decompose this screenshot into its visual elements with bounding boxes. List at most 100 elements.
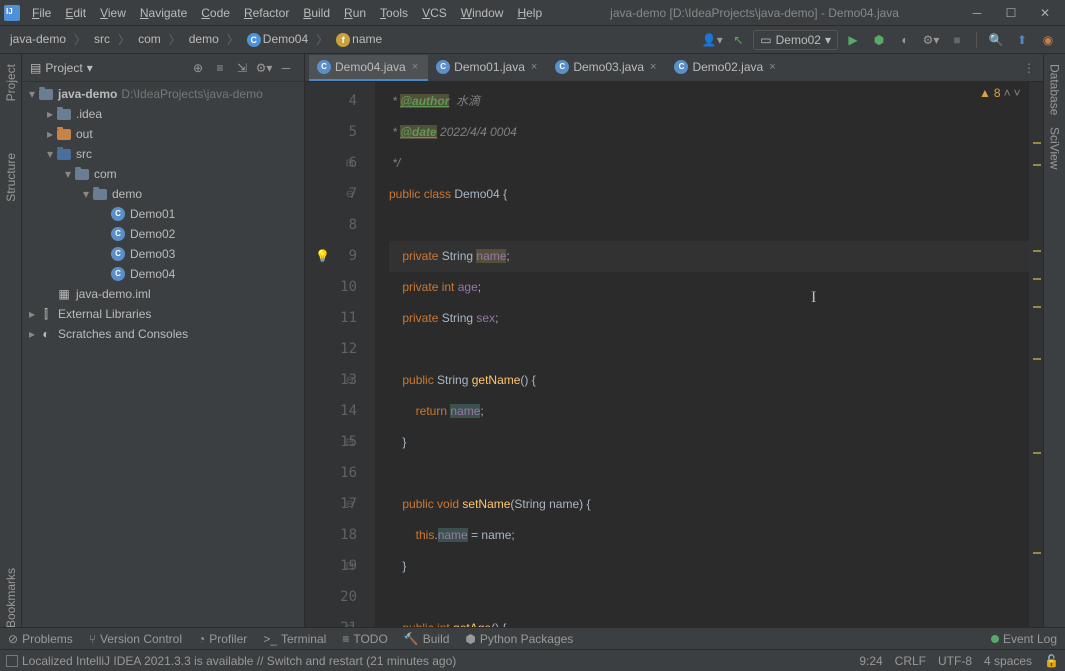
tree-file-iml[interactable]: ▦ java-demo.iml — [22, 284, 304, 304]
code-line-4[interactable]: * @author 水滴 — [389, 86, 1029, 117]
hide-panel-icon[interactable]: ─ — [276, 58, 296, 78]
fold-open-icon[interactable]: ⊖ — [346, 489, 354, 520]
editor-body[interactable]: 456⊟7⊖8💡910111213⊖1415⊟1617⊖1819⊟2021⊖ *… — [305, 82, 1043, 644]
editor-tab-demo04-java[interactable]: CDemo04.java× — [309, 55, 428, 81]
project-view-selector[interactable]: ▤ Project ▾ — [30, 61, 188, 75]
run-button[interactable]: ▶ — [842, 29, 864, 51]
stripe-mark[interactable] — [1033, 142, 1041, 144]
tool-terminal[interactable]: >_Terminal — [263, 632, 326, 646]
tree-folder-idea[interactable]: ▸ .idea — [22, 104, 304, 124]
tree-folder-demo[interactable]: ▾ demo — [22, 184, 304, 204]
status-message[interactable]: Localized IntelliJ IDEA 2021.3.3 is avai… — [6, 654, 859, 668]
stripe-mark[interactable] — [1033, 358, 1041, 360]
minimize-button[interactable]: ─ — [961, 3, 993, 23]
chevron-up-icon[interactable]: ˄ — [1004, 86, 1011, 100]
tree-external-libraries[interactable]: ▸⫿ External Libraries — [22, 304, 304, 324]
editor-error-stripe[interactable]: ▲ 8 ˄ ˅ — [1029, 82, 1043, 644]
toolwindow-tab-project[interactable]: Project — [2, 58, 20, 107]
toolwindow-tab-sciview[interactable]: SciView — [1046, 121, 1064, 175]
stripe-mark[interactable] — [1033, 164, 1041, 166]
tree-class-demo03[interactable]: CDemo03 — [22, 244, 304, 264]
readonly-lock-icon[interactable]: 🔓 — [1044, 654, 1059, 668]
code-line-7[interactable]: public class Demo04 { — [389, 179, 1029, 210]
toolwindow-tab-database[interactable]: Database — [1046, 58, 1064, 121]
user-icon[interactable]: 👤▾ — [701, 29, 723, 51]
expand-all-icon[interactable]: ≡ — [210, 58, 230, 78]
tree-folder-out[interactable]: ▸ out — [22, 124, 304, 144]
stop-button[interactable]: ■ — [946, 29, 968, 51]
stripe-mark[interactable] — [1033, 552, 1041, 554]
code-line-5[interactable]: * @date 2022/4/4 0004 — [389, 117, 1029, 148]
tree-root[interactable]: ▾ java-demo D:\IdeaProjects\java-demo — [22, 84, 304, 104]
run-config-selector[interactable]: ▭ Demo02 ▾ — [753, 30, 838, 50]
close-tab-icon[interactable]: × — [410, 61, 420, 73]
tree-scratches[interactable]: ▸◐ Scratches and Consoles — [22, 324, 304, 344]
stripe-mark[interactable] — [1033, 306, 1041, 308]
close-button[interactable]: ✕ — [1029, 3, 1061, 23]
settings-gear-icon[interactable]: ⚙▾ — [254, 58, 274, 78]
breadcrumb-demo[interactable]: demo — [185, 30, 223, 48]
coverage-button[interactable]: ◐ — [894, 29, 916, 51]
tool-todo[interactable]: ≡TODO — [342, 632, 387, 646]
breadcrumb-src[interactable]: src — [90, 30, 114, 48]
tool-version-control[interactable]: ⑂Version Control — [89, 632, 182, 646]
update-button[interactable]: ⬆ — [1011, 29, 1033, 51]
tree-folder-src[interactable]: ▾ src — [22, 144, 304, 164]
tree-class-demo04[interactable]: CDemo04 — [22, 264, 304, 284]
menu-view[interactable]: View — [94, 3, 132, 23]
breadcrumb-java-demo[interactable]: java-demo — [6, 30, 70, 48]
tool-problems[interactable]: ⊘Problems — [8, 632, 73, 646]
fold-close-icon[interactable]: ⊟ — [346, 148, 354, 179]
tool-event-log[interactable]: Event Log — [991, 632, 1057, 646]
close-tab-icon[interactable]: × — [648, 61, 658, 73]
stripe-mark[interactable] — [1033, 250, 1041, 252]
caret-position[interactable]: 9:24 — [859, 654, 882, 668]
file-encoding[interactable]: UTF-8 — [938, 654, 972, 668]
menu-vcs[interactable]: VCS — [416, 3, 453, 23]
menu-navigate[interactable]: Navigate — [134, 3, 193, 23]
inspection-summary[interactable]: ▲ 8 ˄ ˅ — [979, 86, 1039, 100]
fold-close-icon[interactable]: ⊟ — [346, 427, 354, 458]
code-line-18[interactable]: this.name = name; — [389, 520, 1029, 551]
close-tab-icon[interactable]: × — [767, 61, 777, 73]
code-line-14[interactable]: return name; — [389, 396, 1029, 427]
indent-settings[interactable]: 4 spaces — [984, 654, 1032, 668]
code-area[interactable]: * @author 水滴 * @date 2022/4/4 0004 */pub… — [375, 82, 1029, 644]
code-line-12[interactable] — [389, 334, 1029, 365]
breadcrumb-com[interactable]: com — [134, 30, 165, 48]
close-tab-icon[interactable]: × — [529, 61, 539, 73]
code-line-17[interactable]: public void setName(String name) { — [389, 489, 1029, 520]
tool-profiler[interactable]: ◔Profiler — [198, 632, 247, 646]
maximize-button[interactable]: ☐ — [995, 3, 1027, 23]
code-line-10[interactable]: private int age; — [389, 272, 1029, 303]
menu-edit[interactable]: Edit — [59, 3, 92, 23]
tool-build[interactable]: 🔨Build — [404, 632, 450, 646]
tabs-menu-icon[interactable]: ⋮ — [1015, 61, 1043, 75]
code-line-11[interactable]: private String sex; — [389, 303, 1029, 334]
fold-open-icon[interactable]: ⊖ — [346, 179, 354, 210]
ide-settings-button[interactable]: ◉ — [1037, 29, 1059, 51]
line-separator[interactable]: CRLF — [895, 654, 926, 668]
code-line-15[interactable]: } — [389, 427, 1029, 458]
menu-build[interactable]: Build — [297, 3, 336, 23]
toolwindow-tab-bookmarks[interactable]: Bookmarks — [2, 562, 20, 634]
profile-button[interactable]: ⚙▾ — [920, 29, 942, 51]
fold-open-icon[interactable]: ⊖ — [346, 365, 354, 396]
menu-file[interactable]: File — [26, 3, 57, 23]
collapse-all-icon[interactable]: ⇲ — [232, 58, 252, 78]
code-line-16[interactable] — [389, 458, 1029, 489]
code-line-20[interactable] — [389, 582, 1029, 613]
breadcrumb-demo04[interactable]: CDemo04 — [243, 30, 312, 49]
back-build-icon[interactable]: ↖ — [727, 29, 749, 51]
code-line-19[interactable]: } — [389, 551, 1029, 582]
search-everywhere-button[interactable]: 🔍 — [985, 29, 1007, 51]
menu-window[interactable]: Window — [455, 3, 510, 23]
code-line-8[interactable] — [389, 210, 1029, 241]
tree-class-demo01[interactable]: CDemo01 — [22, 204, 304, 224]
menu-code[interactable]: Code — [195, 3, 236, 23]
project-tree[interactable]: ▾ java-demo D:\IdeaProjects\java-demo ▸ … — [22, 82, 304, 644]
editor-tab-demo03-java[interactable]: CDemo03.java× — [547, 55, 666, 81]
breadcrumb-name[interactable]: fname — [332, 30, 386, 49]
editor-tab-demo01-java[interactable]: CDemo01.java× — [428, 55, 547, 81]
menu-help[interactable]: Help — [511, 3, 548, 23]
